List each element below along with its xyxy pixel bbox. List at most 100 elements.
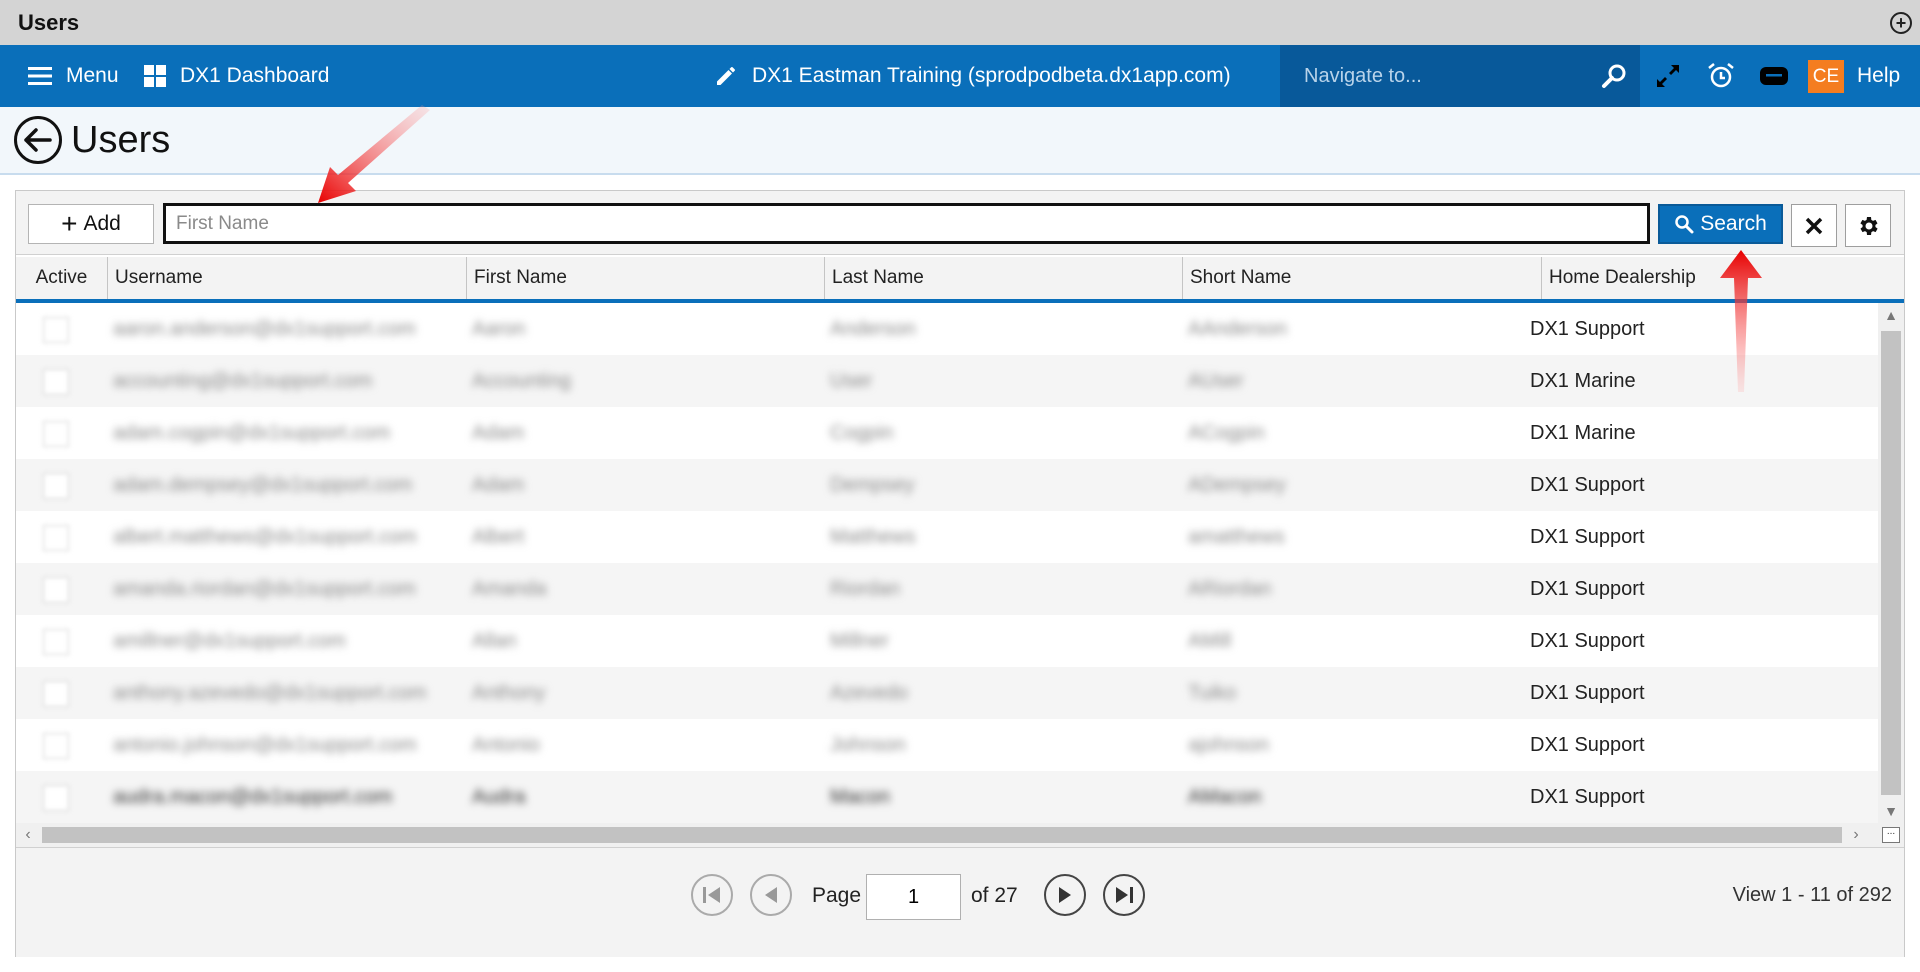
cell-home-dealership: DX1 Marine xyxy=(1530,369,1636,392)
grid-settings-button[interactable] xyxy=(1845,204,1891,247)
next-page-button[interactable] xyxy=(1044,874,1086,916)
cell-username: amanda.riordan@dx1support.com xyxy=(113,577,416,600)
cell-last: Johnson xyxy=(830,733,906,756)
column-header-short-name[interactable]: Short Name xyxy=(1183,257,1542,299)
scroll-right-icon[interactable]: › xyxy=(1844,823,1868,847)
cell-short: amatthews xyxy=(1188,525,1285,548)
table-body: aaron.anderson@dx1support.com Aaron Anders… xyxy=(16,303,1878,823)
cell-username: audra.macon@dx1support.com xyxy=(113,785,393,808)
first-page-icon xyxy=(703,887,720,903)
table-row[interactable]: adam.dempsey@dx1support.com Adam Dempsey AD… xyxy=(16,459,1878,511)
column-header-last-name[interactable]: Last Name xyxy=(825,257,1183,299)
cell-first: Amanda xyxy=(472,577,547,600)
table-row[interactable]: amanda.riordan@dx1support.com Amanda Riord… xyxy=(16,563,1878,615)
table-row[interactable]: aaron.anderson@dx1support.com Aaron Anders… xyxy=(16,303,1878,355)
dashboard-label: DX1 Dashboard xyxy=(180,64,330,87)
active-checkbox[interactable] xyxy=(43,369,69,395)
cell-last: Cogpin xyxy=(830,421,894,444)
active-checkbox[interactable] xyxy=(43,421,69,447)
cell-last: User xyxy=(830,369,873,392)
cell-first: Antonio xyxy=(472,733,540,756)
navigate-search-button[interactable] xyxy=(1590,45,1638,107)
horizontal-scrollbar[interactable]: ‹ › ... xyxy=(16,823,1904,847)
column-header-username[interactable]: Username xyxy=(108,257,467,299)
pager: Page of 27 View 1 - 11 of 292 xyxy=(16,847,1904,957)
vertical-scroll-thumb[interactable] xyxy=(1881,331,1901,795)
window-title-bar: Users + xyxy=(0,0,1920,45)
active-checkbox[interactable] xyxy=(43,733,69,759)
cell-home-dealership: DX1 Support xyxy=(1530,525,1645,548)
cell-first: Accounting xyxy=(472,369,571,392)
column-header-first-name[interactable]: First Name xyxy=(467,257,825,299)
user-avatar-badge[interactable]: CE xyxy=(1808,60,1844,93)
first-page-button[interactable] xyxy=(691,874,733,916)
table-row[interactable]: adam.cogpin@dx1support.com Adam Cogpin ACog… xyxy=(16,407,1878,459)
page-label: Page xyxy=(812,884,862,907)
clear-filter-button[interactable] xyxy=(1791,204,1837,247)
cell-home-dealership: DX1 Support xyxy=(1530,577,1645,600)
active-checkbox[interactable] xyxy=(43,525,69,551)
help-link[interactable]: Help xyxy=(1857,45,1900,107)
scroll-left-icon[interactable]: ‹ xyxy=(16,823,40,847)
column-header-home-dealership[interactable]: Home Dealership xyxy=(1542,257,1904,299)
navigate-search xyxy=(1280,45,1640,107)
cell-last: Riordan xyxy=(830,577,901,600)
cell-home-dealership: DX1 Support xyxy=(1530,629,1645,652)
chat-button[interactable] xyxy=(1750,45,1798,107)
scroll-up-icon[interactable]: ▲ xyxy=(1878,303,1904,327)
table-row[interactable]: antonio.johnson@dx1support.com Antonio Joh… xyxy=(16,719,1878,771)
cell-first: Allan xyxy=(472,629,517,652)
menu-button[interactable]: Menu xyxy=(28,45,119,107)
cell-short: ADempsey xyxy=(1188,473,1286,496)
cell-last: Dempsey xyxy=(830,473,915,496)
cell-username: adam.cogpin@dx1support.com xyxy=(113,421,391,444)
cell-short: AAnderson xyxy=(1188,317,1287,340)
dashboard-button[interactable]: DX1 Dashboard xyxy=(144,45,329,107)
column-header-active[interactable]: Active xyxy=(16,257,108,299)
table-row[interactable]: anthony.azevedo@dx1support.com Anthony Aze… xyxy=(16,667,1878,719)
active-checkbox[interactable] xyxy=(43,629,69,655)
previous-page-button[interactable] xyxy=(750,874,792,916)
alarm-button[interactable] xyxy=(1697,45,1745,107)
fullscreen-button[interactable] xyxy=(1644,45,1692,107)
cell-username: accounting@dx1support.com xyxy=(113,369,373,392)
table-row[interactable]: accounting@dx1support.com Accounting User A… xyxy=(16,355,1878,407)
cell-home-dealership: DX1 Marine xyxy=(1530,421,1636,444)
cell-first: Adam xyxy=(472,473,525,496)
cell-home-dealership: DX1 Support xyxy=(1530,785,1645,808)
plus-icon: + xyxy=(61,208,78,239)
company-selector[interactable]: DX1 Eastman Training (sprodpodbeta.dx1ap… xyxy=(714,45,1231,107)
search-button[interactable]: Search xyxy=(1658,204,1783,244)
cell-short: AMill xyxy=(1188,629,1232,652)
dashboard-grid-icon xyxy=(144,65,166,87)
cell-first: Adam xyxy=(472,421,525,444)
cell-username: antonio.johnson@dx1support.com xyxy=(113,733,417,756)
table-row[interactable]: amillner@dx1support.com Allan Millner AMill… xyxy=(16,615,1878,667)
first-name-filter-input[interactable] xyxy=(163,203,1650,244)
navigate-input[interactable] xyxy=(1280,45,1580,107)
last-page-button[interactable] xyxy=(1103,874,1145,916)
horizontal-scroll-thumb[interactable] xyxy=(42,827,1842,843)
cell-home-dealership: DX1 Support xyxy=(1530,317,1645,340)
cell-short: AMacon xyxy=(1188,785,1262,808)
vertical-scrollbar[interactable]: ▲ ▼ xyxy=(1878,303,1904,823)
scroll-down-icon[interactable]: ▼ xyxy=(1878,799,1904,823)
pencil-icon xyxy=(717,67,735,85)
active-checkbox[interactable] xyxy=(43,473,69,499)
back-button[interactable] xyxy=(14,116,62,164)
table-row[interactable]: albert.matthews@dx1support.com Albert Matt… xyxy=(16,511,1878,563)
page-number-input[interactable] xyxy=(866,874,961,920)
add-button[interactable]: + Add xyxy=(28,204,154,244)
active-checkbox[interactable] xyxy=(43,577,69,603)
column-header-row: Active Username First Name Last Name Sho… xyxy=(16,257,1904,303)
table-row[interactable]: audra.macon@dx1support.com Audra Macon AMac… xyxy=(16,771,1878,823)
more-options-icon[interactable]: ... xyxy=(1882,827,1900,843)
active-checkbox[interactable] xyxy=(43,785,69,811)
chat-icon xyxy=(1760,67,1788,85)
cell-last: Macon xyxy=(830,785,891,808)
active-checkbox[interactable] xyxy=(43,681,69,707)
add-window-icon[interactable]: + xyxy=(1890,12,1912,34)
close-icon xyxy=(1805,217,1823,234)
active-checkbox[interactable] xyxy=(43,317,69,343)
cell-first: Anthony xyxy=(472,681,546,704)
